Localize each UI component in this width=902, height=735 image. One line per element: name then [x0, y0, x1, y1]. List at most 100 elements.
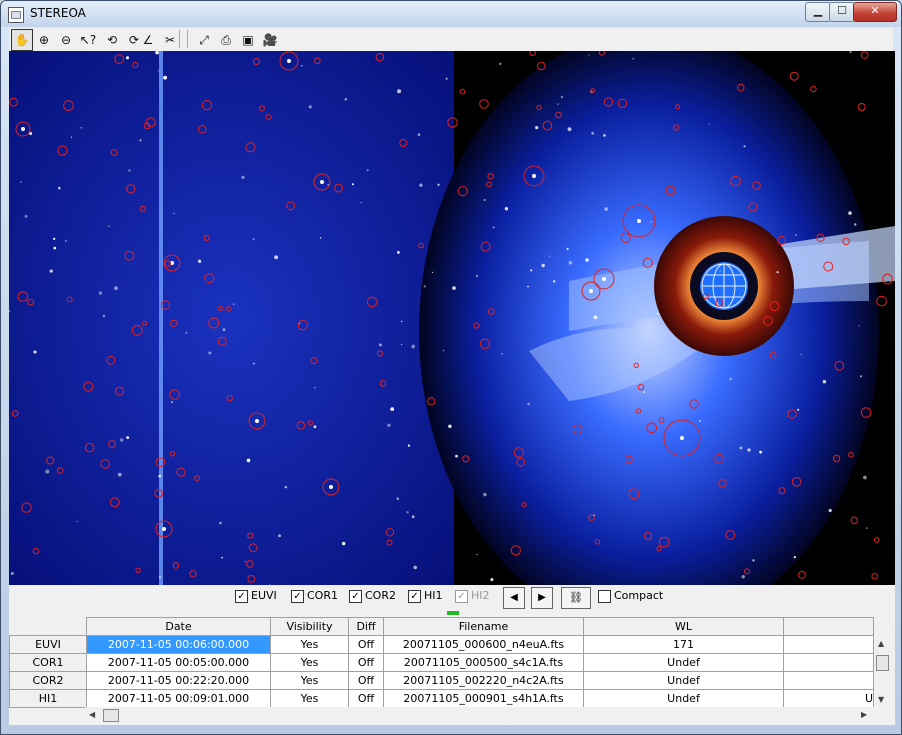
previous-frame-button[interactable]: ◀: [503, 587, 525, 609]
compact-checkbox[interactable]: Compact: [598, 589, 678, 605]
cor2-checkbox[interactable]: ✓ COR2: [349, 589, 397, 605]
cell-visibility[interactable]: Yes: [270, 653, 349, 672]
print-button[interactable]: ⎙: [215, 29, 237, 51]
zoom-out-button[interactable]: ⊖: [55, 29, 77, 51]
star: [560, 95, 564, 99]
solar-composite-image[interactable]: [9, 51, 895, 585]
scroll-right-icon[interactable]: ▶: [861, 710, 867, 719]
row-header-euvi[interactable]: EUVI: [9, 635, 87, 654]
zoom-in-button[interactable]: ⊕: [33, 29, 55, 51]
column-header-diff[interactable]: Diff: [348, 617, 384, 636]
title-bar[interactable]: STEREOA ▁ ☐ ✕: [1, 1, 901, 27]
cell-diff[interactable]: Off: [348, 689, 384, 708]
info-pointer-icon: ↖?: [79, 33, 97, 47]
star: [417, 133, 421, 136]
cor1-label: COR1: [307, 589, 338, 602]
cell-diff[interactable]: Off: [348, 671, 384, 690]
cell-date[interactable]: 2007-11-05 00:06:00.000: [86, 635, 271, 654]
column-header-wl[interactable]: WL: [583, 617, 784, 636]
cell-diff[interactable]: Off: [348, 635, 384, 654]
rotate-button[interactable]: ⟲: [101, 29, 123, 51]
vertical-scroll-thumb[interactable]: [876, 655, 889, 671]
star: [158, 576, 162, 579]
cut-button[interactable]: ✂: [159, 29, 181, 51]
pan-button[interactable]: ✋: [11, 29, 33, 51]
fit-view-button[interactable]: ⤢: [193, 29, 215, 51]
star: [45, 469, 50, 474]
star: [163, 75, 168, 80]
plot-button[interactable]: ∠: [137, 29, 159, 51]
app-icon: [8, 7, 24, 23]
cell-filename[interactable]: 20071105_000901_s4h1A.fts: [383, 689, 584, 708]
cell-filename[interactable]: 20071105_000600_n4euA.fts: [383, 635, 584, 654]
column-header-visibility[interactable]: Visibility: [270, 617, 349, 636]
cor1-checkbox[interactable]: ✓ COR1: [291, 589, 339, 605]
maximize-icon: ☐: [837, 4, 847, 17]
scroll-down-icon[interactable]: ▼: [878, 695, 884, 704]
cell-date[interactable]: 2007-11-05 00:09:01.000: [86, 689, 271, 708]
maximize-button[interactable]: ☐: [829, 2, 855, 22]
column-header-filename[interactable]: Filename: [383, 617, 584, 636]
hi2-checkbox-box: ✓: [455, 590, 468, 603]
cell-date[interactable]: 2007-11-05 00:22:20.000: [86, 671, 271, 690]
table-row[interactable]: COR2 2007-11-05 00:22:20.000 Yes Off 2007110…: [9, 671, 874, 690]
cell-filename[interactable]: 20071105_002220_n4c2A.fts: [383, 671, 584, 690]
star: [208, 351, 212, 355]
cell-visibility[interactable]: Yes: [270, 671, 349, 690]
movie-button[interactable]: 🎥: [259, 29, 281, 51]
star: [401, 343, 403, 345]
cell-date[interactable]: 2007-11-05 00:05:00.000: [86, 653, 271, 672]
euvi-checkbox[interactable]: ✓ EUVI: [235, 589, 283, 605]
cell-diff[interactable]: Off: [348, 653, 384, 672]
table-row[interactable]: HI1 2007-11-05 00:09:01.000 Yes Off 20071105…: [9, 689, 874, 708]
cell-extra[interactable]: [783, 653, 874, 672]
close-button[interactable]: ✕: [853, 2, 897, 22]
star: [741, 575, 745, 579]
column-header-extra[interactable]: [783, 617, 874, 636]
star: [455, 454, 458, 458]
cell-visibility[interactable]: Yes: [270, 635, 349, 654]
cell-extra[interactable]: [783, 671, 874, 690]
compact-checkbox-box[interactable]: [598, 590, 611, 603]
row-header-hi1[interactable]: HI1: [9, 689, 87, 708]
cor1-checkbox-box[interactable]: ✓: [291, 590, 304, 603]
cell-filename[interactable]: 20071105_000500_s4c1A.fts: [383, 653, 584, 672]
next-frame-button[interactable]: ▶: [531, 587, 553, 609]
row-header-cor1[interactable]: COR1: [9, 653, 87, 672]
cell-wl[interactable]: Undef: [583, 689, 784, 708]
star: [747, 448, 751, 452]
save-button[interactable]: ▣: [237, 29, 259, 51]
star: [157, 70, 160, 72]
info-pointer-button[interactable]: ↖?: [77, 29, 99, 51]
cell-wl[interactable]: 171: [583, 635, 784, 654]
sun-image-viewport[interactable]: [9, 51, 895, 585]
cell-extra[interactable]: U: [783, 689, 874, 708]
star: [743, 145, 746, 148]
hi1-checkbox[interactable]: ✓ HI1: [408, 589, 456, 605]
scroll-left-icon[interactable]: ◀: [89, 710, 95, 719]
row-header-cor2[interactable]: COR2: [9, 671, 87, 690]
star: [284, 486, 287, 489]
star: [232, 303, 235, 305]
star: [314, 387, 316, 389]
star: [530, 269, 533, 272]
cell-visibility[interactable]: Yes: [270, 689, 349, 708]
table-vertical-scrollbar[interactable]: ▲ ▼: [875, 637, 889, 707]
hi1-checkbox-box[interactable]: ✓: [408, 590, 421, 603]
table-horizontal-scrollbar[interactable]: ◀ ▶: [85, 707, 875, 723]
cell-wl[interactable]: Undef: [583, 653, 784, 672]
link-views-button[interactable]: ⛓: [561, 587, 591, 609]
column-header-date[interactable]: Date: [86, 617, 271, 636]
star: [527, 402, 530, 406]
cell-wl[interactable]: Undef: [583, 671, 784, 690]
cell-extra[interactable]: [783, 635, 874, 654]
hi2-checkbox: ✓ HI2: [455, 589, 503, 605]
table-row[interactable]: COR1 2007-11-05 00:05:00.000 Yes Off 2007110…: [9, 653, 874, 672]
euvi-checkbox-box[interactable]: ✓: [235, 590, 248, 603]
scroll-up-icon[interactable]: ▲: [878, 639, 884, 648]
minimize-button[interactable]: ▁: [805, 2, 831, 22]
table-row[interactable]: EUVI 2007-11-05 00:06:00.000 Yes Off 2007110…: [9, 635, 874, 654]
cut-icon: ✂: [164, 33, 176, 47]
cor2-checkbox-box[interactable]: ✓: [349, 590, 362, 603]
horizontal-scroll-thumb[interactable]: [103, 709, 119, 722]
